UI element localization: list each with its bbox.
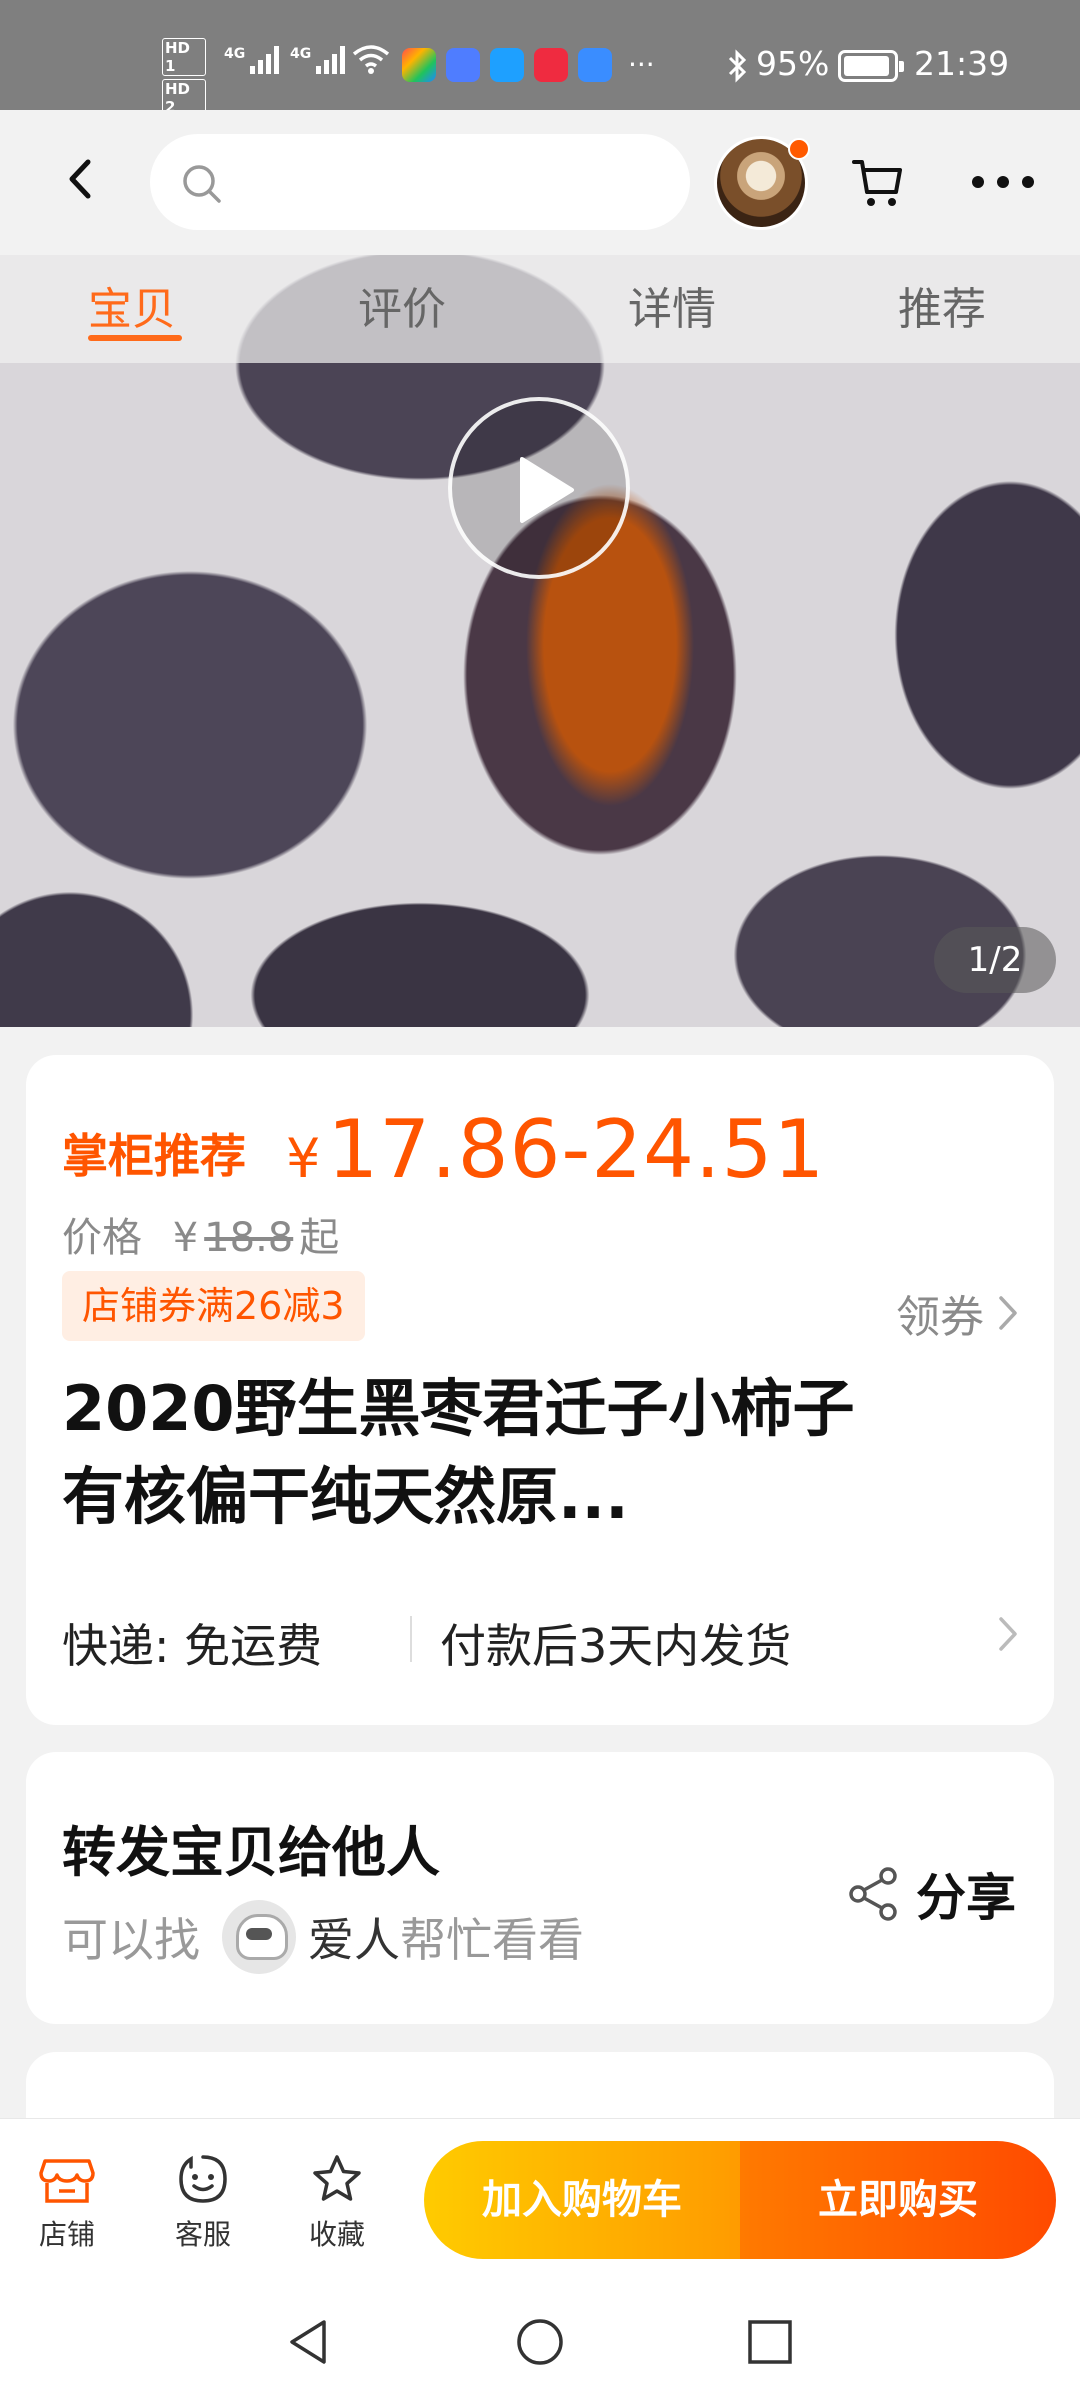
favorite-button[interactable]: 收藏 — [292, 2153, 382, 2253]
nav-home-icon[interactable] — [512, 2314, 568, 2370]
share-sub-who: 爱人 — [308, 1913, 400, 1967]
notification-dot — [788, 138, 810, 160]
star-icon — [313, 2155, 361, 2201]
original-price-value: 18.8 — [204, 1215, 294, 1261]
promo-label: 掌柜推荐 — [62, 1129, 246, 1183]
image-page-counter: 1/2 — [934, 927, 1056, 993]
favorite-label: 收藏 — [308, 2218, 365, 2251]
store-label: 店铺 — [38, 2218, 95, 2251]
huawei-app-icon — [534, 48, 568, 82]
nav-recents-icon[interactable] — [742, 2314, 798, 2370]
search-input[interactable] — [234, 156, 654, 208]
divider — [410, 1616, 412, 1662]
cta-group: 加入购物车 立即购买 — [424, 2141, 1056, 2259]
share-sub-suffix: 帮忙看看 — [400, 1913, 584, 1967]
signal-1-icon: 4G — [224, 46, 280, 74]
section-tabs: 宝贝 评价 详情 推荐 — [0, 255, 1080, 363]
clock-time: 21:39 — [914, 44, 1010, 83]
search-bar[interactable] — [150, 134, 690, 230]
chevron-right-icon — [999, 1296, 1017, 1330]
share-button[interactable]: 分享 — [848, 1858, 1016, 1930]
price-card: 掌柜推荐 ¥17.86-24.51 价格 ¥18.8 起 店铺券满26减3 领券 … — [26, 1055, 1054, 1725]
customer-service-button[interactable]: 客服 — [158, 2153, 248, 2253]
cart-icon[interactable] — [850, 154, 906, 210]
battery-icon — [838, 50, 904, 82]
store-avatar[interactable] — [714, 136, 810, 230]
store-icon — [39, 2159, 95, 2203]
share-title: 转发宝贝给他人 — [62, 1821, 440, 1884]
wifi-icon — [352, 45, 390, 74]
customer-service-label: 客服 — [174, 2218, 231, 2251]
music-app-icon — [446, 48, 480, 82]
signal-2-icon: 4G — [290, 46, 346, 74]
product-title: 2020野生黑枣君迁子小柿子有核偏干纯天然原... — [62, 1372, 855, 1533]
back-icon[interactable] — [56, 154, 106, 204]
shipping-method: 快递: 免运费 — [62, 1619, 323, 1673]
original-price-currency: ¥ — [172, 1215, 199, 1261]
coupon-badge[interactable]: 店铺券满26减3 — [62, 1271, 365, 1341]
tab-details[interactable]: 详情 — [628, 273, 716, 337]
chevron-right-icon — [999, 1617, 1017, 1651]
bluetooth-icon — [728, 49, 747, 83]
tab-recommend[interactable]: 推荐 — [898, 273, 986, 337]
search-app-icon — [490, 48, 524, 82]
net1-label: 4G — [224, 46, 246, 62]
share-card: 转发宝贝给他人 可以找 爱人 帮忙看看 分享 — [26, 1752, 1054, 2024]
search-icon — [183, 165, 221, 203]
tab-reviews[interactable]: 评价 — [358, 273, 446, 337]
product-media-carousel[interactable]: 宝贝 评价 详情 推荐 1/2 — [0, 255, 1080, 1027]
bottom-action-bar: 店铺 客服 收藏 加入购物车 立即购买 — [0, 2118, 1080, 2280]
share-subtitle: 可以找 爱人 帮忙看看 — [62, 1900, 584, 1974]
customer-service-icon — [179, 2155, 227, 2203]
nav-back-icon[interactable] — [280, 2314, 336, 2370]
play-video-button[interactable] — [448, 397, 630, 579]
share-sub-prefix: 可以找 — [62, 1913, 200, 1967]
system-navigation-bar — [0, 2280, 1080, 2400]
get-coupon-link[interactable]: 领券 — [896, 1281, 1018, 1345]
original-price-label: 价格 — [62, 1215, 142, 1261]
add-to-cart-button[interactable]: 加入购物车 — [424, 2141, 740, 2259]
hd1-label: HD 1 — [162, 38, 206, 76]
currency-symbol: ¥ — [286, 1127, 322, 1190]
more-menu-icon[interactable] — [968, 170, 1038, 194]
get-coupon-label: 领券 — [896, 1292, 984, 1343]
top-nav — [0, 110, 1080, 255]
hd-indicator: HD 1 HD 2 — [162, 38, 206, 120]
robot-avatar-icon — [222, 1900, 296, 1974]
active-tab-indicator — [88, 335, 182, 341]
cloud-app-icon — [578, 48, 612, 82]
net2-label: 4G — [290, 46, 312, 62]
original-price: 价格 ¥18.8 起 — [62, 1205, 339, 1263]
tape-app-icon — [402, 48, 436, 82]
more-notifications-icon: ··· — [628, 48, 655, 81]
price-range: ¥17.86-24.51 — [286, 1103, 825, 1196]
tab-item[interactable]: 宝贝 — [88, 273, 176, 337]
share-label: 分享 — [916, 1869, 1016, 1927]
shipping-time: 付款后3天内发货 — [440, 1619, 792, 1673]
buy-now-button[interactable]: 立即购买 — [740, 2141, 1056, 2259]
shipping-row[interactable]: 快递: 免运费 付款后3天内发货 — [62, 1610, 1018, 1673]
battery-percent: 95% — [756, 44, 830, 83]
price-value: 17.86-24.51 — [327, 1103, 826, 1196]
original-price-suffix: 起 — [299, 1215, 340, 1261]
share-icon — [849, 1867, 897, 1921]
store-button[interactable]: 店铺 — [22, 2153, 112, 2253]
status-bar: HD 1 HD 2 4G 4G ··· 95% 21:39 — [0, 0, 1080, 117]
play-icon — [520, 457, 574, 523]
